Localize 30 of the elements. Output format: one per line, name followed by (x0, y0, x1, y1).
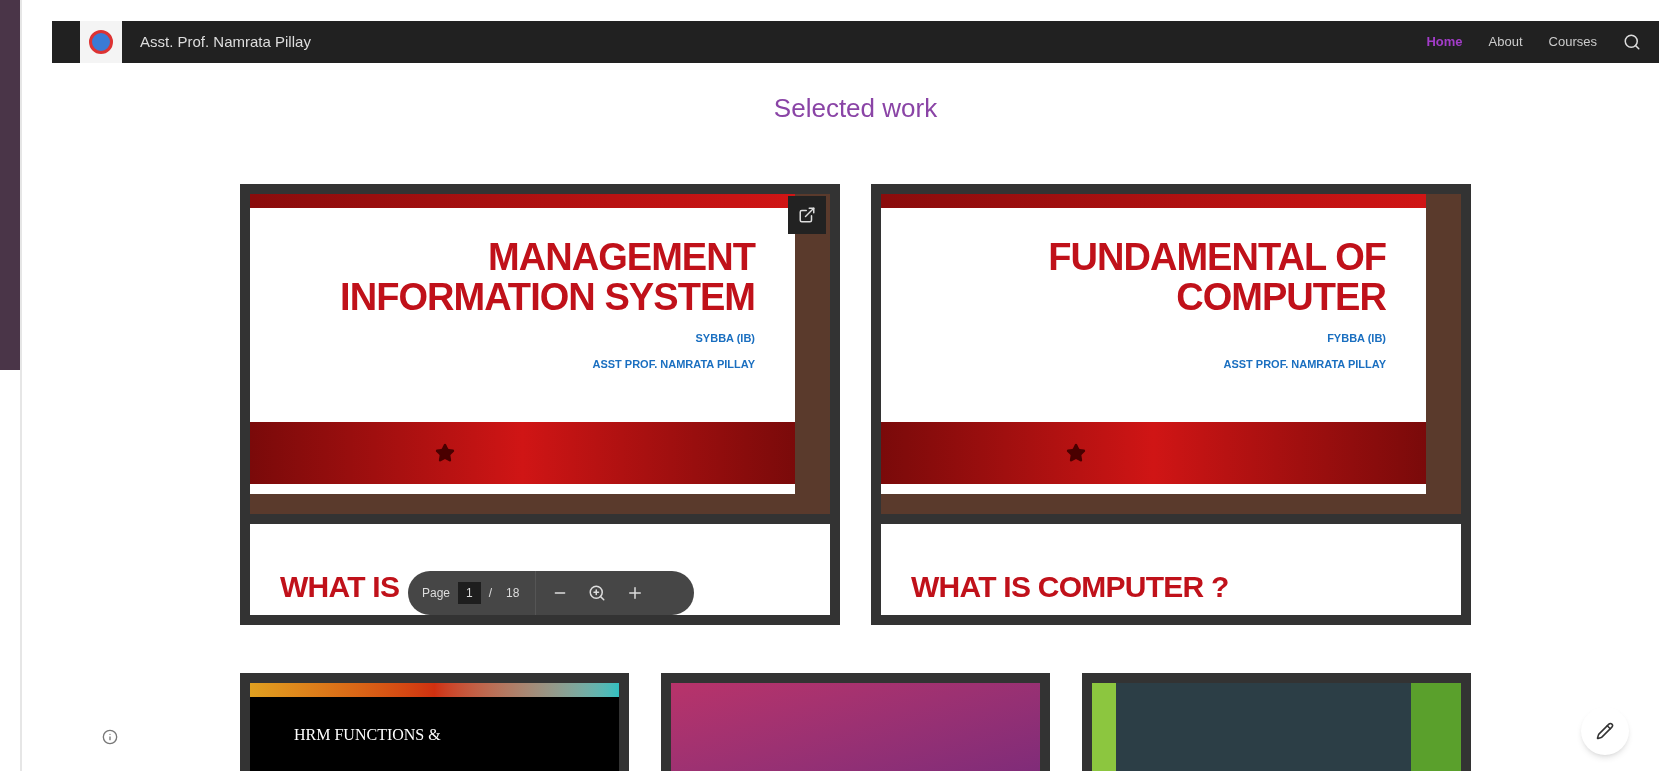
zoom-icon[interactable] (588, 584, 607, 602)
search-icon[interactable] (1623, 33, 1641, 51)
page-heading: WHAT IS COMPUTER ? (911, 569, 1229, 605)
slide-title: MANAGEMENT INFORMATION SYSTEM (339, 238, 755, 318)
site-title[interactable]: Asst. Prof. Namrata Pillay (140, 30, 311, 54)
document-viewer[interactable]: MANAGEMENT INFORMATION SYSTEM SYBBA (IB) ASST PROF. NAMRATA PILLAY WHAT IS Page 1 / 18 (240, 184, 840, 625)
page-number-field[interactable]: 1 (458, 582, 481, 604)
slide-author: ASST PROF. NAMRATA PILLAY (1223, 357, 1386, 373)
page-heading: WHAT IS (280, 569, 400, 605)
star-icon (435, 443, 455, 463)
slide-title: HRM FUNCTIONS & (294, 725, 442, 745)
section-title: Selected work (773, 92, 938, 125)
slide-title: FUNDAMENTAL OF COMPUTER (1047, 238, 1386, 318)
pencil-icon (1596, 722, 1614, 740)
document-viewer[interactable]: FUNDAMENTAL OF COMPUTER FYBBA (IB) ASST PROF. NAMRATA PILLAY WHAT IS COMPUTER ? (871, 184, 1471, 625)
site-logo-icon[interactable] (80, 21, 122, 63)
nav-link[interactable]: About (1488, 32, 1523, 52)
open-external-icon (798, 206, 816, 224)
edit-button[interactable] (1581, 707, 1629, 755)
info-icon[interactable] (102, 729, 118, 745)
slide-author: ASST PROF. NAMRATA PILLAY (592, 357, 755, 373)
star-icon (1066, 443, 1086, 463)
open-in-new-window-button[interactable] (788, 196, 826, 234)
document-viewer[interactable]: HRM FUNCTIONS & (240, 673, 629, 771)
slide-class: FYBBA (IB) (1327, 330, 1386, 346)
slide-class: SYBBA (IB) (695, 330, 755, 346)
page-separator: / (488, 585, 493, 602)
nav-link[interactable]: Courses (1548, 32, 1597, 52)
page-total: 18 (506, 585, 520, 602)
page-label: Page (422, 585, 451, 602)
